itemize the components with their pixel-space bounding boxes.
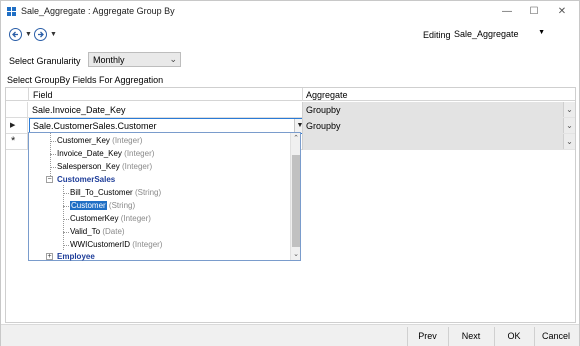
tree-item[interactable]: Invoice_Date_Key (Integer) — [57, 149, 154, 158]
close-icon[interactable]: ✕ — [551, 4, 573, 20]
editing-value: Sale_Aggregate — [454, 29, 519, 39]
chevron-down-icon[interactable]: ⌄ — [563, 134, 575, 149]
app-icon — [7, 7, 17, 17]
title-bar: Sale_Aggregate : Aggregate Group By — ☐ … — [1, 1, 579, 23]
granularity-label: Select Granularity — [9, 56, 81, 66]
tree-item[interactable]: CustomerKey (Integer) — [70, 214, 151, 223]
column-header-aggregate[interactable]: Aggregate — [306, 90, 348, 100]
field-dropdown-tree[interactable]: Customer_Key (Integer) Invoice_Date_Key … — [28, 132, 301, 261]
dropdown-scrollbar[interactable]: ⌃ ⌄ — [290, 133, 300, 260]
groupby-section-label: Select GroupBy Fields For Aggregation — [7, 75, 164, 85]
scroll-down-icon[interactable]: ⌄ — [292, 250, 300, 259]
forward-history-caret-icon[interactable]: ▼ — [50, 31, 57, 38]
aggregate-select[interactable]: Groupby ⌄ — [302, 102, 575, 118]
tree-item[interactable]: Salesperson_Key (Integer) — [57, 162, 152, 171]
tree-item[interactable]: Customer_Key (Integer) — [57, 136, 142, 145]
new-row-icon: * — [11, 135, 16, 147]
aggregate-select[interactable]: Groupby ⌄ — [302, 118, 575, 134]
current-row-arrow-icon: ▶ — [10, 122, 16, 129]
chevron-down-icon: ⌄ — [169, 54, 177, 64]
prev-button[interactable]: Prev — [408, 328, 447, 345]
cancel-button[interactable]: Cancel — [535, 328, 577, 345]
scroll-up-icon[interactable]: ⌃ — [292, 134, 300, 143]
editing-label: Editing: — [423, 30, 454, 40]
row-selector[interactable]: ▶ — [6, 118, 28, 134]
next-button[interactable]: Next — [449, 328, 493, 345]
window-title: Sale_Aggregate : Aggregate Group By — [21, 6, 175, 16]
column-header-field[interactable]: Field — [33, 90, 53, 100]
minimize-icon[interactable]: — — [496, 4, 518, 20]
aggregate-value: Groupby — [306, 105, 341, 115]
scroll-thumb[interactable] — [292, 155, 300, 247]
granularity-value: Monthly — [93, 55, 125, 65]
table-row[interactable]: Sale.Invoice_Date_Key Groupby ⌄ — [6, 102, 575, 118]
row-selector[interactable] — [6, 102, 28, 118]
grid-header: Field Aggregate — [6, 88, 575, 101]
editing-select[interactable]: Sale_Aggregate ▼ — [451, 26, 547, 41]
row-selector[interactable]: * — [6, 134, 28, 150]
editing-caret-icon: ▼ — [538, 29, 545, 36]
forward-arrow-icon[interactable] — [34, 28, 47, 41]
back-arrow-icon[interactable] — [9, 28, 22, 41]
tree-item[interactable]: WWICustomerID (Integer) — [70, 240, 162, 249]
tree-group-customersales[interactable]: CustomerSales — [57, 175, 115, 184]
footer-bar: Prev Next OK Cancel — [1, 324, 579, 346]
tree-item[interactable]: Valid_To (Date) — [70, 227, 125, 236]
expand-icon[interactable]: + — [46, 253, 53, 260]
aggregate-value: Groupby — [306, 121, 341, 131]
aggregate-select[interactable]: ⌄ — [302, 134, 575, 150]
back-history-caret-icon[interactable]: ▼ — [25, 31, 32, 38]
granularity-select[interactable]: Monthly ⌄ — [88, 52, 181, 67]
aggregate-group-by-window: Sale_Aggregate : Aggregate Group By — ☐ … — [0, 0, 580, 346]
field-value: Sale.CustomerSales.Customer — [33, 121, 157, 131]
tree-item-selected[interactable]: Customer (String) — [70, 201, 135, 210]
chevron-down-icon[interactable]: ⌄ — [563, 102, 575, 117]
maximize-icon[interactable]: ☐ — [523, 4, 545, 20]
field-cell[interactable]: Sale.Invoice_Date_Key — [29, 102, 301, 118]
ok-button[interactable]: OK — [495, 328, 533, 345]
field-value: Sale.Invoice_Date_Key — [32, 105, 126, 115]
tree-item[interactable]: Bill_To_Customer (String) — [70, 188, 161, 197]
collapse-icon[interactable]: − — [46, 176, 53, 183]
tree-group-employee[interactable]: Employee — [57, 252, 95, 261]
chevron-down-icon[interactable]: ⌄ — [563, 118, 575, 133]
